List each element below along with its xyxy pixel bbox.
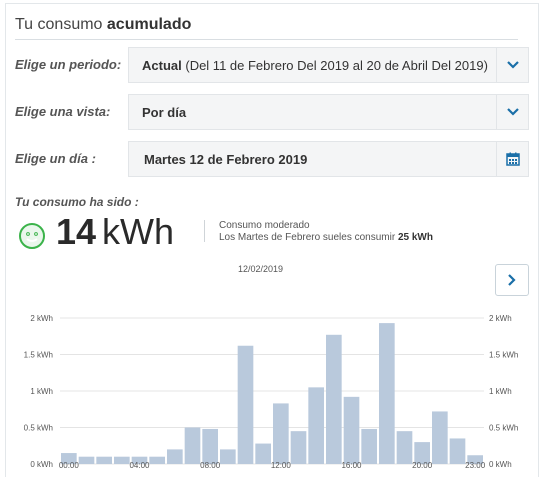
period-select[interactable]: Actual (Del 11 de Febrero Del 2019 al 20…	[128, 47, 529, 83]
view-value: Por día	[142, 105, 187, 120]
calendar-button[interactable]	[496, 142, 528, 176]
consumption-heading: Tu consumo ha sido :	[15, 195, 139, 209]
calendar-icon	[505, 152, 520, 166]
day-input[interactable]: Martes 12 de Febrero 2019	[128, 141, 529, 177]
bar-21-00	[432, 411, 448, 464]
bar-19-00	[396, 431, 413, 464]
bar-11-00	[255, 443, 271, 464]
x-tick-label: 16:00	[341, 461, 362, 470]
view-label: Elige una vista:	[15, 104, 111, 119]
y-tick-label-right: 2 kWh	[489, 314, 512, 323]
x-tick-label: 08:00	[200, 461, 221, 470]
x-tick-label: 23:00	[465, 461, 486, 470]
chevron-down-icon	[506, 108, 519, 116]
day-value: Martes 12 de Febrero 2019	[144, 152, 308, 167]
y-tick-label-left: 1 kWh	[30, 387, 53, 396]
view-dropdown-button[interactable]	[496, 95, 528, 129]
y-tick-label-left: 1.5 kWh	[24, 351, 53, 360]
bar-07-00	[184, 427, 201, 464]
period-value: Actual (Del 11 de Febrero Del 2019 al 20…	[142, 58, 488, 73]
bar-08-00	[202, 428, 218, 464]
y-tick-label-right: 0 kWh	[489, 460, 512, 469]
chevron-down-icon	[506, 61, 519, 69]
title-divider	[15, 39, 518, 40]
bar-01-00	[78, 456, 95, 464]
page-title: Tu consumo acumulado	[15, 16, 192, 33]
x-tick-label: 12:00	[271, 461, 292, 470]
bar-10-00	[237, 345, 254, 464]
bar-18-00	[379, 323, 395, 464]
y-tick-label-right: 1.5 kWh	[489, 351, 518, 360]
smiley-icon	[19, 223, 45, 249]
chevron-right-icon	[508, 274, 516, 286]
bar-15-00	[326, 334, 342, 464]
bar-02-00	[96, 456, 112, 464]
consumption-value: 14 kWh	[56, 211, 175, 252]
next-day-button[interactable]	[495, 264, 529, 296]
period-label: Elige un periodo:	[15, 57, 122, 72]
bar-03-00	[114, 456, 130, 464]
day-label: Elige un día :	[15, 151, 96, 166]
hourly-consumption-chart: 0 kWh 0 kWh 0.5 kWh 0.5 kWh 1 kWh 1 kWh 1.5 kW…	[24, 314, 519, 470]
bar-12-00	[273, 403, 289, 464]
y-tick-label-right: 0.5 kWh	[489, 424, 518, 433]
bar-16-00	[343, 396, 360, 464]
period-dropdown-button[interactable]	[496, 48, 528, 82]
consumption-comparison: Los Martes de Febrero sueles consumir 25…	[219, 232, 433, 243]
bar-09-00	[220, 449, 236, 464]
bar-17-00	[361, 428, 377, 464]
x-tick-label: 04:00	[129, 461, 150, 470]
y-tick-label-right: 1 kWh	[489, 387, 512, 396]
y-tick-label-left: 0.5 kWh	[24, 424, 53, 433]
chart-date: 12/02/2019	[238, 264, 284, 274]
bar-05-00	[149, 456, 165, 464]
y-tick-label-left: 2 kWh	[30, 314, 53, 323]
consumption-status: Consumo moderado	[219, 220, 310, 231]
bar-14-00	[308, 387, 324, 464]
summary-divider	[204, 220, 205, 242]
x-tick-label: 20:00	[412, 461, 433, 470]
y-tick-label-left: 0 kWh	[30, 460, 53, 469]
x-tick-label: 00:00	[59, 461, 80, 470]
bar-13-00	[290, 431, 307, 464]
view-select[interactable]: Por día	[128, 94, 529, 130]
bar-22-00	[449, 438, 466, 464]
bar-06-00	[167, 449, 183, 464]
